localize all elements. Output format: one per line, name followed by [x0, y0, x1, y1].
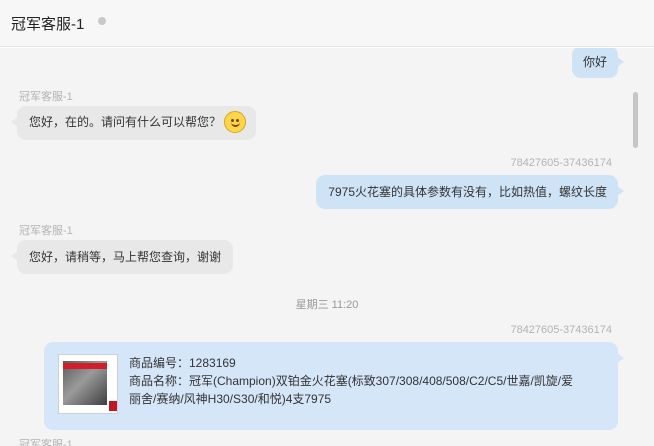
- chat-header: 冠军客服-1: [0, 0, 654, 47]
- product-image[interactable]: [58, 354, 118, 414]
- chat-title: 冠军客服-1: [11, 16, 85, 33]
- product-card[interactable]: 商品编号：1283169 商品名称：冠军(Champion)双铂金火花塞(标致3…: [44, 342, 624, 430]
- message-text: 您好，在的。请问有什么可以帮您？: [29, 115, 222, 130]
- message-text: 7975火花塞的具体参数有没有，比如热值，螺纹长度: [328, 185, 607, 199]
- message-sender: 78427605-37436174: [510, 157, 612, 169]
- message-bubble-left: 您好，请稍等，马上帮您查询，谢谢: [10, 240, 234, 274]
- product-name-line1: 商品名称：冠军(Champion)双铂金火花塞(标致307/308/408/50…: [129, 374, 574, 388]
- message-sender: 冠军客服-1: [19, 91, 73, 103]
- brand-logo-icon: [109, 401, 117, 411]
- message-sender: 冠军客服-1: [19, 225, 73, 237]
- chat-scrollbar[interactable]: [633, 92, 638, 148]
- product-id: 商品编号：1283169: [129, 356, 236, 370]
- chat-history[interactable]: 你好 冠军客服-1 您好，在的。请问有什么可以帮您？ 78427605-3743…: [0, 48, 654, 446]
- product-details: 商品编号：1283169 商品名称：冠军(Champion)双铂金火花塞(标致3…: [129, 354, 573, 408]
- message-bubble-right: 7975火花塞的具体参数有没有，比如热值，螺纹长度: [316, 175, 624, 209]
- product-name-line2: 丽舍/赛纳/风神H30/S30/和悦)4支7975: [129, 392, 332, 406]
- message-text: 您好，请稍等，马上帮您查询，谢谢: [29, 250, 222, 264]
- message-text: 你好: [582, 55, 607, 69]
- time-divider: 星期三 11:20: [295, 299, 359, 311]
- message-sender: 78427605-37436174: [510, 324, 612, 336]
- status-dot-icon: [98, 17, 106, 25]
- message-bubble-right: 你好: [571, 48, 625, 78]
- package-brand-band: [63, 363, 107, 369]
- smile-emoji-icon: [224, 111, 247, 133]
- message-sender-partial: 冠军客服-1: [19, 439, 73, 446]
- message-bubble-left: 您好，在的。请问有什么可以帮您？: [10, 106, 257, 140]
